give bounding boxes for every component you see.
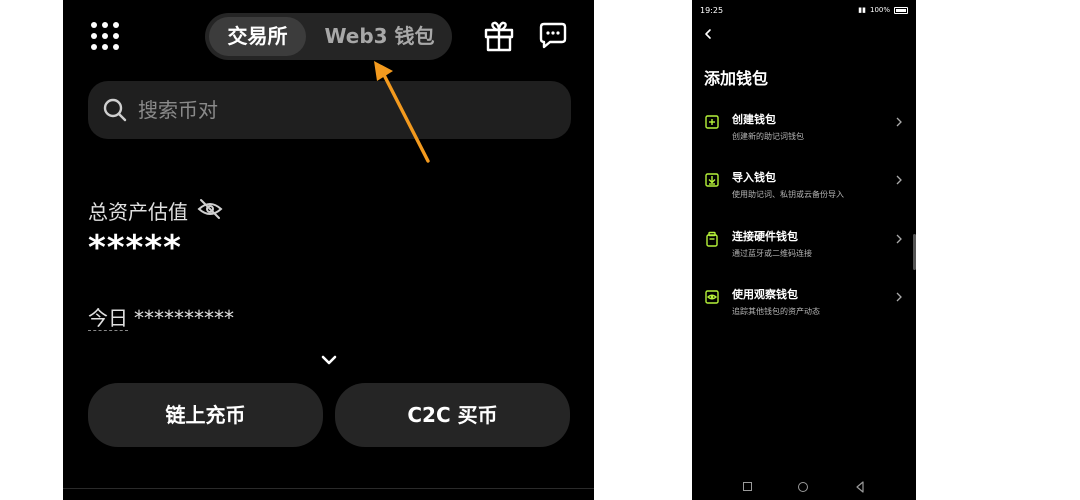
chat-icon[interactable]: [538, 21, 568, 51]
tab-web3-wallet[interactable]: Web3 钱包: [317, 17, 442, 56]
signal-icon: ▮▮: [858, 6, 866, 14]
system-nav-bar: [692, 478, 916, 498]
eye-off-icon[interactable]: [197, 196, 223, 222]
status-bar: 19:25 ▮▮ 100%: [692, 0, 916, 20]
item-title: 导入钱包: [732, 171, 776, 184]
today-pnl: 今日 **********: [88, 302, 234, 331]
today-label[interactable]: 今日: [88, 306, 128, 331]
battery-icon: [894, 6, 908, 14]
create-wallet-item[interactable]: 创建钱包 创建新的助记词钱包: [692, 110, 916, 160]
add-wallet-screen: 19:25 ▮▮ 100% 添加钱包 创建钱包 创建新的助记词钱包 导入钱包 使…: [692, 0, 916, 500]
scrollbar[interactable]: [913, 234, 916, 270]
tab-exchange[interactable]: 交易所: [209, 17, 306, 56]
total-assets-value: *****: [88, 228, 182, 268]
onchain-deposit-button[interactable]: 链上充币: [88, 383, 323, 447]
item-title: 创建钱包: [732, 113, 776, 126]
search-placeholder: 搜索币对: [138, 98, 218, 122]
battery-percent: 100%: [869, 6, 890, 14]
item-subtitle: 通过蓝牙或二维码连接: [732, 249, 812, 258]
page-title: 添加钱包: [704, 69, 769, 88]
eye-icon: [705, 290, 719, 304]
total-assets-label: 总资产估值: [88, 200, 188, 224]
chevron-right-icon: [896, 175, 902, 185]
status-icons: ▮▮ 100%: [858, 6, 908, 14]
import-wallet-item[interactable]: 导入钱包 使用助记词、私钥或云备份导入: [692, 168, 916, 218]
status-time: 19:25: [700, 6, 724, 15]
back-triangle-icon[interactable]: [855, 481, 865, 493]
recents-button[interactable]: [743, 482, 752, 491]
chevron-right-icon: [896, 292, 902, 302]
chevron-right-icon: [896, 117, 902, 127]
item-subtitle: 追踪其他钱包的资产动态: [732, 307, 820, 316]
item-title: 连接硬件钱包: [732, 230, 798, 243]
plus-square-icon: [705, 115, 719, 129]
hardware-wallet-item[interactable]: 连接硬件钱包 通过蓝牙或二维码连接: [692, 227, 916, 277]
hardware-wallet-icon: [706, 231, 718, 247]
search-icon: [103, 98, 127, 122]
gift-icon[interactable]: [484, 20, 514, 52]
exchange-app-panel: 交易所 Web3 钱包 搜索币对 总资产估值 ***** 今日 *********…: [63, 0, 594, 500]
item-subtitle: 创建新的助记词钱包: [732, 132, 804, 141]
today-value: **********: [134, 306, 234, 330]
item-title: 使用观察钱包: [732, 288, 798, 301]
chevron-right-icon: [896, 234, 902, 244]
c2c-buy-button[interactable]: C2C 买币: [335, 383, 570, 447]
item-subtitle: 使用助记词、私钥或云备份导入: [732, 190, 844, 199]
divider: [63, 488, 594, 489]
arrow-annotation-icon: [374, 61, 430, 163]
watch-wallet-item[interactable]: 使用观察钱包 追踪其他钱包的资产动态: [692, 285, 916, 335]
back-arrow-icon[interactable]: [702, 28, 714, 40]
import-icon: [705, 173, 719, 187]
chevron-down-icon[interactable]: [320, 353, 338, 367]
grid-menu-icon[interactable]: [91, 22, 119, 50]
search-bar[interactable]: 搜索币对: [88, 81, 571, 139]
mode-tabs: 交易所 Web3 钱包: [205, 13, 452, 60]
home-button[interactable]: [798, 482, 808, 492]
